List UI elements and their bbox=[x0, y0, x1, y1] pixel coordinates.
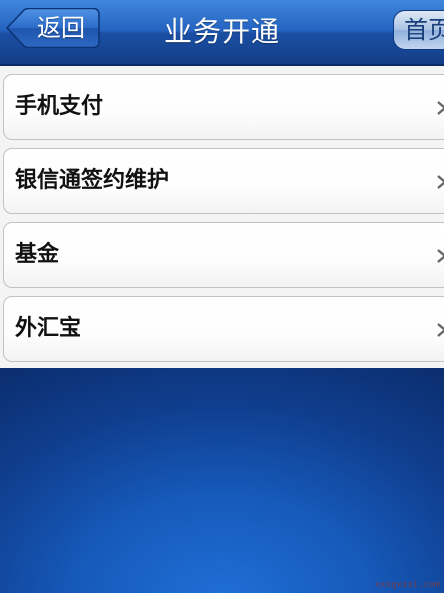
list-item-forex[interactable]: 外汇宝 bbox=[3, 296, 444, 362]
home-button-label: 首页 bbox=[404, 16, 444, 44]
back-button[interactable]: 返回 bbox=[6, 8, 100, 48]
back-button-label: 返回 bbox=[37, 14, 85, 42]
chevron-right-icon bbox=[437, 249, 444, 263]
list-item-fund[interactable]: 基金 bbox=[3, 222, 444, 288]
header-bar: 业务开通 返回 首页 bbox=[0, 0, 444, 65]
menu-list: 手机支付 银信通签约维护 基金 外汇宝 bbox=[0, 66, 444, 368]
home-button[interactable]: 首页 bbox=[393, 10, 444, 50]
watermark-text: xxxgxxxi.com bbox=[374, 580, 440, 590]
list-item-label: 外汇宝 bbox=[15, 316, 82, 341]
chevron-right-icon bbox=[437, 323, 444, 337]
list-item-label: 手机支付 bbox=[15, 94, 104, 119]
list-item-label: 基金 bbox=[15, 242, 60, 267]
list-item-mobile-payment[interactable]: 手机支付 bbox=[3, 74, 444, 140]
chevron-right-icon bbox=[437, 175, 444, 189]
chevron-right-icon bbox=[437, 101, 444, 115]
list-item-sms-service[interactable]: 银信通签约维护 bbox=[3, 148, 444, 214]
list-item-label: 银信通签约维护 bbox=[15, 168, 170, 193]
